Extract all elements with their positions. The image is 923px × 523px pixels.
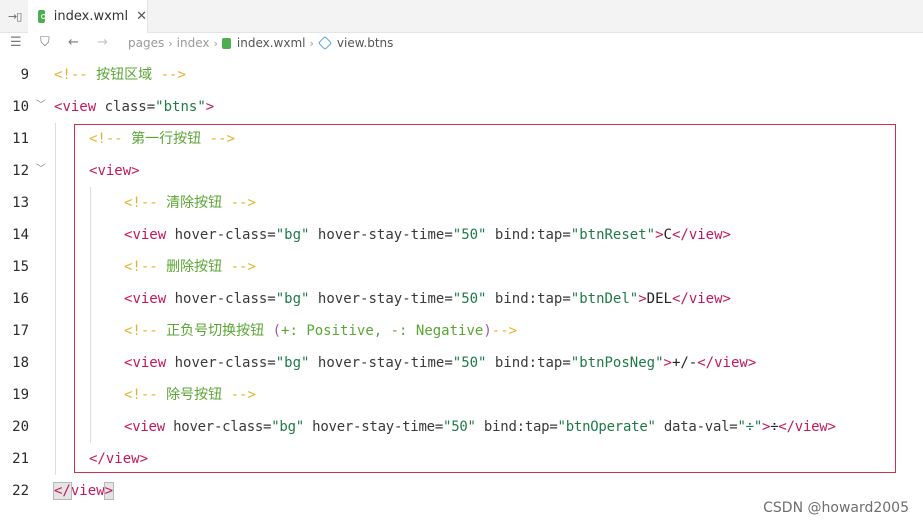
fold-chevron-down-icon[interactable]: ﹀ — [36, 96, 46, 111]
code-text: </view> — [89, 451, 149, 467]
code-text: <!-- 除号按钮 --> — [124, 387, 256, 403]
line-number: 12 — [12, 163, 29, 179]
code-line[interactable]: 10 ﹀ <view class="btns"> — [0, 91, 923, 123]
code-text: <view hover-class="bg" hover-stay-time="… — [124, 355, 757, 371]
line-number: 13 — [12, 195, 29, 211]
code-line[interactable]: 20 <view hover-class="bg" hover-stay-tim… — [0, 411, 923, 443]
line-number: 9 — [20, 67, 29, 83]
line-number: 10 — [12, 99, 29, 115]
code-text: <view class="btns"> — [54, 99, 215, 115]
code-line[interactable]: 12 ﹀ <view> — [0, 155, 923, 187]
code-text: <!-- 按钮区域 --> — [54, 67, 186, 83]
line-number: 16 — [12, 291, 29, 307]
line-number: 17 — [12, 323, 29, 339]
close-icon[interactable]: ✕ — [136, 9, 147, 24]
code-line[interactable]: 17 <!-- 正负号切换按钮 (+: Positive, -: Negativ… — [0, 315, 923, 347]
fold-chevron-down-icon[interactable]: ﹀ — [36, 160, 46, 175]
breadcrumb-bar: ☰ ⛉ ← → pages › index › index.wxml › vie… — [0, 33, 923, 55]
line-number: 15 — [12, 259, 29, 275]
breadcrumb-file[interactable]: index.wxml — [237, 36, 306, 50]
code-line[interactable]: 21 </view> — [0, 443, 923, 475]
code-line[interactable]: 16 <view hover-class="bg" hover-stay-tim… — [0, 283, 923, 315]
code-text: <view hover-class="bg" hover-stay-time="… — [124, 419, 836, 435]
tab-label: index.wxml — [53, 9, 129, 24]
breadcrumb-separator: › — [168, 36, 173, 50]
line-number: 14 — [12, 227, 29, 243]
code-line[interactable]: 19 <!-- 除号按钮 --> — [0, 379, 923, 411]
forward-arrow-icon[interactable]: → — [97, 35, 108, 50]
line-number: 19 — [12, 387, 29, 403]
code-text: <!-- 清除按钮 --> — [124, 195, 256, 211]
code-line[interactable]: 18 <view hover-class="bg" hover-stay-tim… — [0, 347, 923, 379]
wxml-file-icon — [221, 37, 231, 49]
breadcrumb-index[interactable]: index — [177, 36, 210, 50]
element-cube-icon — [317, 35, 332, 51]
code-text: </view> — [53, 482, 115, 500]
breadcrumb: pages › index › index.wxml › view.btns — [128, 35, 394, 51]
line-number: 21 — [12, 451, 29, 467]
code-line[interactable]: 11 <!-- 第一行按钮 --> — [0, 123, 923, 155]
breadcrumb-separator: › — [309, 36, 314, 50]
line-number: 11 — [12, 131, 29, 147]
bracket-match: > — [103, 482, 115, 500]
wxml-file-icon — [38, 10, 46, 23]
line-number: 22 — [12, 483, 29, 499]
code-text: <view> — [89, 163, 140, 179]
code-text: <view hover-class="bg" hover-stay-time="… — [124, 227, 731, 243]
code-line[interactable]: 15 <!-- 删除按钮 --> — [0, 251, 923, 283]
code-text: <!-- 正负号切换按钮 (+: Positive, -: Negative)-… — [124, 323, 518, 339]
breadcrumb-separator: › — [213, 36, 218, 50]
code-editor[interactable]: 9 <!-- 按钮区域 --> 10 ﹀ <view class="btns">… — [0, 59, 923, 523]
bookmark-icon[interactable]: ⛉ — [40, 35, 50, 50]
breadcrumb-pages[interactable]: pages — [128, 36, 164, 50]
code-text: <!-- 删除按钮 --> — [124, 259, 256, 275]
code-text: <view hover-class="bg" hover-stay-time="… — [124, 291, 731, 307]
code-text: <!-- 第一行按钮 --> — [89, 131, 235, 147]
code-line[interactable]: 14 <view hover-class="bg" hover-stay-tim… — [0, 219, 923, 251]
line-number: 18 — [12, 355, 29, 371]
toggle-sidebar-icon[interactable]: →▯ — [8, 10, 22, 23]
outline-list-icon[interactable]: ☰ — [10, 35, 22, 50]
back-arrow-icon[interactable]: ← — [68, 35, 79, 50]
breadcrumb-element[interactable]: view.btns — [337, 36, 394, 50]
tab-index-wxml[interactable]: index.wxml ✕ — [28, 0, 148, 33]
code-line[interactable]: 13 <!-- 清除按钮 --> — [0, 187, 923, 219]
tab-bar: →▯ index.wxml ✕ — [0, 0, 923, 33]
code-line[interactable]: 9 <!-- 按钮区域 --> — [0, 59, 923, 91]
bracket-match: </ — [53, 482, 72, 500]
watermark: CSDN @howard2005 — [763, 500, 909, 516]
line-number: 20 — [12, 419, 29, 435]
